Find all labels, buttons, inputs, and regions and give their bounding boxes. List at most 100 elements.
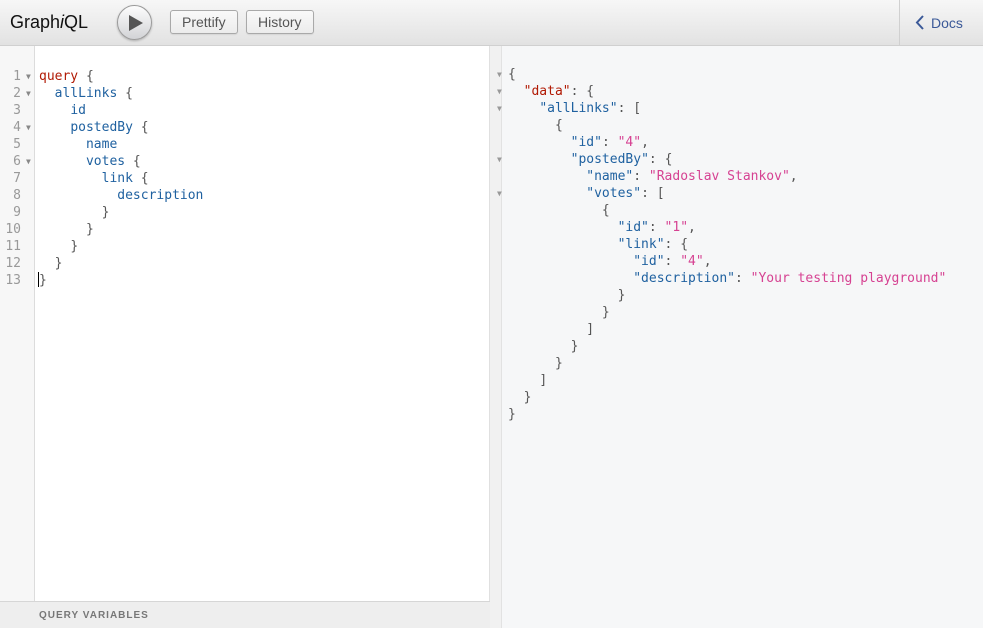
result-line: { — [508, 202, 610, 219]
result-line: } — [508, 355, 563, 372]
punctuation: { — [117, 86, 133, 101]
line-number: 7 — [0, 170, 35, 187]
line-number-text: 2 — [13, 86, 21, 101]
json-punctuation: { — [508, 67, 516, 82]
json-punctuation: [ — [656, 186, 665, 201]
line-number: 8 — [0, 187, 35, 204]
punctuation: { — [132, 171, 149, 186]
code-line[interactable]: postedBy { — [39, 119, 149, 136]
json-punctuation: , — [641, 135, 649, 150]
field-name: votes — [85, 154, 126, 169]
play-icon — [129, 15, 143, 31]
result-viewer: ▼{▼ "data": {▼ "allLinks": [ { "id": "4"… — [497, 46, 983, 628]
query-editor[interactable]: 1 ▼ 2 ▼ 3 4 ▼ 5 6 ▼ 7 8 9 10 11 12 13 query { allLinks {… — [0, 46, 490, 628]
field-name: id — [70, 103, 86, 118]
code-line[interactable]: query { — [39, 68, 94, 85]
json-separator: : — [648, 220, 665, 235]
json-punctuation: { — [586, 84, 595, 99]
fold-arrow-icon[interactable]: ▼ — [497, 83, 502, 100]
line-number: 10 — [0, 221, 35, 238]
result-line: ▼ "votes": [ — [497, 185, 665, 202]
json-separator: : — [641, 186, 657, 201]
result-line: "name": "Radoslav Stankov", — [508, 168, 797, 185]
json-key: "data" — [523, 84, 571, 99]
json-key: "allLinks" — [539, 101, 618, 116]
keyword: query — [39, 69, 79, 84]
json-key: "id" — [570, 135, 602, 150]
fold-arrow-icon[interactable]: ▼ — [26, 68, 31, 85]
json-separator: : — [601, 135, 618, 150]
json-separator: : — [734, 271, 751, 286]
line-number-text: 5 — [13, 137, 21, 152]
query-variables-bar[interactable]: QUERY VARIABLES — [0, 601, 490, 628]
line-number: 3 — [0, 102, 35, 119]
code-line[interactable]: description — [39, 187, 203, 204]
fold-arrow-icon[interactable]: ▼ — [497, 185, 502, 202]
fold-arrow-icon[interactable]: ▼ — [26, 119, 31, 136]
json-punctuation: { — [680, 237, 689, 252]
line-number: 1 ▼ — [0, 68, 35, 85]
code-line[interactable]: id — [39, 102, 86, 119]
json-punctuation: } — [601, 305, 610, 320]
code-line[interactable]: } — [39, 221, 94, 238]
json-separator: : — [664, 237, 681, 252]
json-punctuation: } — [617, 288, 626, 303]
result-line: "link": { — [508, 236, 688, 253]
fold-arrow-icon[interactable]: ▼ — [26, 85, 31, 102]
code-line[interactable]: link { — [39, 170, 149, 187]
json-key: "postedBy" — [570, 152, 649, 167]
code-line[interactable]: allLinks { — [39, 85, 133, 102]
line-number-text: 9 — [13, 205, 21, 220]
line-number-text: 12 — [5, 256, 21, 271]
line-number-text: 3 — [13, 103, 21, 118]
docs-button[interactable]: Docs — [899, 0, 983, 46]
code-line[interactable]: } — [38, 272, 47, 289]
json-punctuation: } — [570, 339, 579, 354]
punctuation: { — [132, 120, 149, 135]
code-line[interactable]: } — [39, 255, 63, 272]
result-line: ] — [508, 372, 547, 389]
punctuation: } — [54, 256, 63, 271]
history-button[interactable]: History — [246, 10, 314, 34]
line-number-text: 6 — [13, 154, 21, 169]
line-number-text: 13 — [5, 273, 21, 288]
code-line[interactable]: } — [39, 238, 78, 255]
field-name: link — [101, 171, 133, 186]
result-line: ] — [508, 321, 594, 338]
json-punctuation: } — [508, 407, 516, 422]
field-name: name — [85, 137, 118, 152]
result-line: { — [508, 117, 563, 134]
line-number-gutter: 1 ▼ 2 ▼ 3 4 ▼ 5 6 ▼ 7 8 9 10 11 12 13 — [0, 46, 35, 601]
code-line[interactable]: votes { — [39, 153, 141, 170]
prettify-button[interactable]: Prettify — [170, 10, 238, 34]
line-number-text: 8 — [13, 188, 21, 203]
fold-arrow-icon[interactable]: ▼ — [497, 151, 502, 168]
line-number-text: 7 — [13, 171, 21, 186]
fold-arrow-icon[interactable]: ▼ — [26, 153, 31, 170]
code-line[interactable]: } — [39, 204, 110, 221]
json-punctuation: } — [523, 390, 532, 405]
punctuation: } — [85, 222, 94, 237]
fold-arrow-icon[interactable]: ▼ — [497, 100, 502, 117]
execute-query-button[interactable] — [117, 5, 152, 40]
fold-arrow-icon[interactable]: ▼ — [497, 66, 502, 83]
code-line[interactable]: name — [39, 136, 117, 153]
pane-resize-handle[interactable] — [490, 46, 502, 628]
